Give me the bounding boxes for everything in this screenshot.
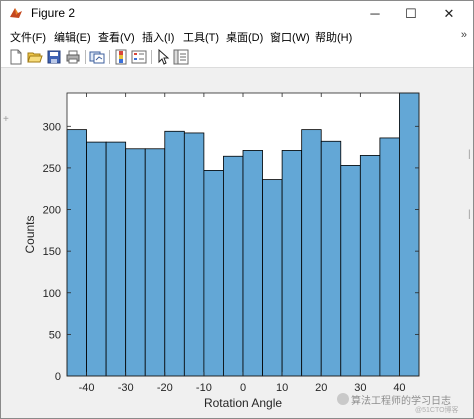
y-tick-label: 0 xyxy=(55,371,61,383)
window-title: Figure 2 xyxy=(31,6,76,20)
y-tick-label: 300 xyxy=(43,121,61,133)
menu-file[interactable]: 文件(F) xyxy=(10,29,46,45)
link-plot-icon[interactable] xyxy=(89,49,105,65)
y-axis-label: Counts xyxy=(23,215,37,253)
menu-help[interactable]: 帮助(H) xyxy=(315,29,352,45)
new-figure-icon[interactable] xyxy=(8,49,24,65)
y-tick-label: 150 xyxy=(43,246,61,258)
legend-icon[interactable] xyxy=(131,49,147,65)
histogram-bar xyxy=(203,170,224,377)
figure-canvas: -40 -30 -20 -10 0 10 20 30 40 0 50 100 150 200 250 300 R… xyxy=(7,68,468,414)
y-tick-label: 100 xyxy=(43,288,61,300)
toolbar-separator xyxy=(151,50,152,64)
side-marker: | xyxy=(468,209,471,220)
menu-view[interactable]: 查看(V) xyxy=(98,29,135,45)
histogram-bar xyxy=(340,165,361,377)
histogram-bar xyxy=(223,155,244,377)
menu-tools[interactable]: 工具(T) xyxy=(183,29,219,45)
figure-toolbar xyxy=(1,47,473,68)
menu-desktop[interactable]: 桌面(D) xyxy=(226,29,263,45)
close-button[interactable]: ✕ xyxy=(431,1,467,27)
histogram-chart: -40 -30 -20 -10 0 10 20 30 40050100150200250300R… xyxy=(23,92,420,410)
histogram-bar xyxy=(242,150,263,377)
x-tick-label: -40 xyxy=(79,382,95,394)
histogram-bar xyxy=(183,132,205,377)
menu-bar: 文件(F) 编辑(E) 查看(V) 插入(I) 工具(T) 桌面(D) 窗口(W… xyxy=(1,27,473,47)
histogram-bar xyxy=(164,130,185,377)
side-marker: | xyxy=(468,149,471,160)
menu-insert[interactable]: 插入(I) xyxy=(142,29,174,45)
x-tick-label: 0 xyxy=(240,382,246,394)
histogram-bar xyxy=(399,92,420,377)
histogram-bar xyxy=(320,140,342,377)
watermark-subtext: @51CTO博客 xyxy=(415,407,459,414)
toolbar-separator xyxy=(109,50,110,64)
x-tick-label: -20 xyxy=(157,382,173,394)
x-tick-label: -10 xyxy=(196,382,212,394)
y-tick-label: 200 xyxy=(43,205,61,217)
histogram-bar xyxy=(105,141,127,377)
side-marker: + xyxy=(3,114,9,125)
x-tick-label: 20 xyxy=(315,382,327,394)
print-icon[interactable] xyxy=(65,49,81,65)
maximize-button[interactable]: ☐ xyxy=(393,1,429,27)
property-inspector-icon[interactable] xyxy=(173,49,189,65)
histogram-bar xyxy=(281,150,303,377)
histogram-bar xyxy=(301,129,322,377)
histogram-bar xyxy=(66,129,87,377)
histogram-bar xyxy=(379,137,400,377)
title-bar[interactable]: Figure 2 ─ ☐ ✕ xyxy=(1,1,473,27)
open-file-icon[interactable] xyxy=(27,49,43,65)
histogram-bar xyxy=(86,141,107,377)
y-tick-label: 250 xyxy=(43,163,61,175)
minimize-button[interactable]: ─ xyxy=(357,1,393,27)
toolbar-separator xyxy=(85,50,86,64)
histogram-bar xyxy=(359,155,381,377)
pointer-icon[interactable] xyxy=(155,49,171,65)
x-axis-label: Rotation Angle xyxy=(204,396,282,410)
matlab-app-icon xyxy=(10,8,22,18)
save-icon[interactable] xyxy=(46,49,62,65)
figure-window: Figure 2 ─ ☐ ✕ 文件(F) 编辑(E) 查看(V) 插入(I) 工… xyxy=(0,0,474,419)
histogram-bar xyxy=(262,179,283,377)
colorbar-icon[interactable] xyxy=(113,49,129,65)
menu-edit[interactable]: 编辑(E) xyxy=(54,29,91,45)
y-tick-label: 50 xyxy=(49,329,61,341)
menu-overflow-chevron[interactable]: » xyxy=(461,29,467,41)
x-tick-label: -30 xyxy=(118,382,134,394)
histogram-bar xyxy=(144,148,166,377)
histogram-bar xyxy=(125,148,146,377)
x-tick-label: 10 xyxy=(276,382,288,394)
menu-window[interactable]: 窗口(W) xyxy=(270,29,310,45)
watermark-logo-icon xyxy=(337,393,349,405)
